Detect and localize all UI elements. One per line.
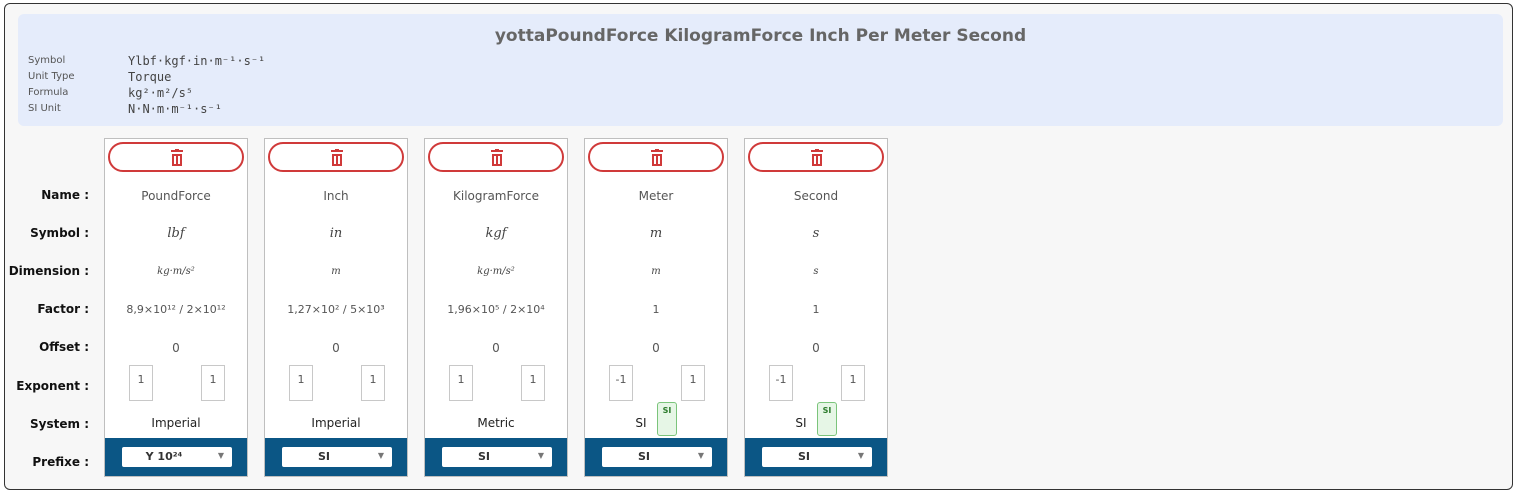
trash-icon [651,149,663,166]
trash-icon [811,149,823,166]
meta-value-unit-type: Torque [128,70,172,84]
meta-value-formula: kg²·m²/s⁵ [128,86,194,100]
unit-symbol: in [329,226,343,241]
unit-card: Second s s 1 0 -1 1 SI SI SI ▼ [744,138,888,477]
unit-offset: 0 [172,341,180,355]
unit-factor: 8,9×10¹² / 2×10¹² [126,303,226,316]
trash-icon [171,149,183,166]
unit-name: Second [793,189,839,203]
trash-icon [491,149,503,166]
unit-offset: 0 [812,341,820,355]
exponent-denominator-input[interactable]: 1 [201,365,225,401]
unit-factor: 1,96×10⁵ / 2×10⁴ [447,303,545,316]
meta-value-symbol: Ylbf·kgf·in·m⁻¹·s⁻¹ [128,54,266,68]
unit-name: Inch [323,189,349,203]
delete-button[interactable] [268,142,404,172]
unit-offset: 0 [652,341,660,355]
exponent-numerator-input[interactable]: 1 [289,365,313,401]
unit-offset: 0 [492,341,500,355]
chevron-down-icon: ▼ [857,451,864,460]
unit-factor: 1 [812,303,820,316]
unit-system: Imperial [151,416,201,430]
row-label-name: Name : [41,188,89,202]
delete-button[interactable] [428,142,564,172]
si-badge: SI [657,402,677,436]
delete-button[interactable] [588,142,724,172]
exponent-denominator-input[interactable]: 1 [841,365,865,401]
unit-name: KilogramForce [453,189,539,203]
delete-button[interactable] [748,142,884,172]
prefix-band: SI ▼ [745,438,887,476]
unit-symbol: lbf [167,226,185,241]
prefix-band: SI ▼ [585,438,727,476]
unit-dimension: s [813,266,819,277]
exponent-denominator-input[interactable]: 1 [521,365,545,401]
row-label-offset: Offset : [39,340,89,354]
prefix-select[interactable]: SI ▼ [282,447,392,467]
unit-card: Meter m m 1 0 -1 1 SI SI SI ▼ [584,138,728,477]
row-label-symbol: Symbol : [30,226,89,240]
unit-header: yottaPoundForce KilogramForce Inch Per M… [18,14,1503,126]
prefix-band: SI ▼ [425,438,567,476]
prefix-select[interactable]: SI ▼ [602,447,712,467]
unit-card: PoundForce lbf kg·m/s² 8,9×10¹² / 2×10¹²… [104,138,248,477]
unit-dimension: m [651,266,661,277]
exponent-numerator-input[interactable]: -1 [609,365,633,401]
unit-card: Inch in m 1,27×10² / 5×10³ 0 1 1 Imperia… [264,138,408,477]
unit-symbol: m [649,226,663,241]
unit-card: KilogramForce kgf kg·m/s² 1,96×10⁵ / 2×1… [424,138,568,477]
prefix-select[interactable]: SI ▼ [442,447,552,467]
unit-symbol: s [812,226,820,241]
unit-dimension: m [331,266,341,277]
chevron-down-icon: ▼ [537,451,544,460]
prefix-band: SI ▼ [265,438,407,476]
meta-label-unit-type: Unit Type [28,71,75,82]
unit-dimension: kg·m/s² [477,266,515,277]
unit-offset: 0 [332,341,340,355]
unit-symbol: kgf [485,226,507,241]
prefix-value: SI [477,450,490,463]
chevron-down-icon: ▼ [377,451,384,460]
prefix-select[interactable]: Y 10²⁴ ▼ [122,447,232,467]
page-title: yottaPoundForce KilogramForce Inch Per M… [494,26,1027,46]
prefix-value: SI [637,450,650,463]
chevron-down-icon: ▼ [217,451,224,460]
unit-factor: 1 [652,303,660,316]
prefix-value: SI [317,450,330,463]
unit-name: PoundForce [141,189,211,203]
meta-label-formula: Formula [28,87,69,98]
unit-factor: 1,27×10² / 5×10³ [287,303,385,316]
unit-system: Metric [477,416,515,430]
row-label-dimension: Dimension : [8,264,89,278]
unit-system: SI [795,416,807,430]
row-label-prefixe: Prefixe : [32,455,89,469]
unit-dimension: kg·m/s² [157,266,195,277]
row-label-exponent: Exponent : [16,379,89,393]
meta-label-si-unit: SI Unit [28,103,61,114]
meta-value-si-unit: N·N·m·m⁻¹·s⁻¹ [128,102,222,116]
prefix-band: Y 10²⁴ ▼ [105,438,247,476]
unit-name: Meter [638,189,674,203]
prefix-value: SI [797,450,810,463]
trash-icon [331,149,343,166]
exponent-denominator-input[interactable]: 1 [361,365,385,401]
prefix-select[interactable]: SI ▼ [762,447,872,467]
si-badge: SI [817,402,837,436]
exponent-numerator-input[interactable]: -1 [769,365,793,401]
row-label-system: System : [30,417,89,431]
prefix-value: Y 10²⁴ [145,450,183,463]
row-label-factor: Factor : [37,302,89,316]
unit-system: Imperial [311,416,361,430]
meta-label-symbol: Symbol [28,55,66,66]
exponent-denominator-input[interactable]: 1 [681,365,705,401]
exponent-numerator-input[interactable]: 1 [449,365,473,401]
unit-system: SI [635,416,647,430]
chevron-down-icon: ▼ [697,451,704,460]
delete-button[interactable] [108,142,244,172]
exponent-numerator-input[interactable]: 1 [129,365,153,401]
